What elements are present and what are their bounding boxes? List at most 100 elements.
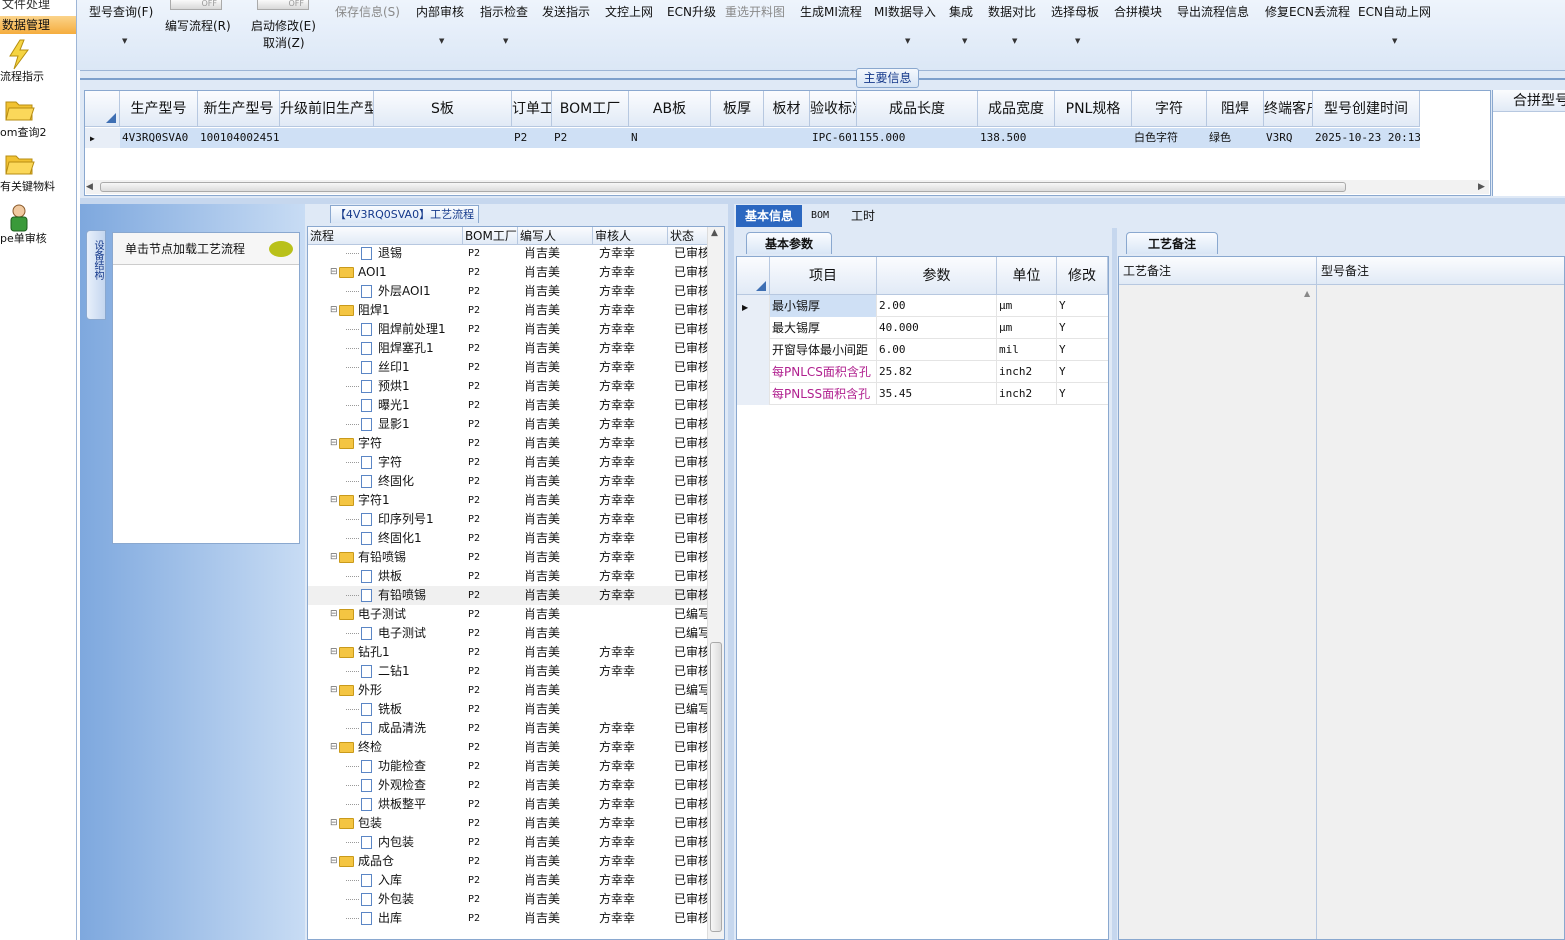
main-col-header-7[interactable]: 板厚 [711, 91, 764, 127]
basic-row[interactable]: ▶ 最小锡厚 2.00 μm Y [737, 295, 1108, 317]
flow-vertical-scrollbar[interactable]: ▲ [707, 227, 724, 939]
main-col-header-5[interactable]: BOM工厂 [552, 91, 629, 127]
nav-file-processing[interactable]: 文件处理 [2, 0, 76, 13]
dropdown-arrow-icon[interactable]: ▼ [1012, 37, 1017, 45]
dropdown-arrow-icon[interactable]: ▼ [905, 37, 910, 45]
main-cell-3[interactable] [374, 128, 512, 148]
basic-value[interactable]: 2.00 [877, 295, 997, 317]
scroll-left-arrow-icon[interactable]: ◀ [86, 182, 93, 192]
collapse-toggle-icon[interactable]: ⊟ [330, 301, 339, 320]
collapse-toggle-icon[interactable]: ⊟ [330, 605, 339, 624]
toolbar-button-5[interactable]: 内部审核 ▼ [416, 3, 464, 45]
toolbar-button-11[interactable]: 生成MI流程 [800, 3, 862, 20]
tab-2[interactable]: 工时 [846, 205, 880, 227]
flow-row[interactable]: 出库 P2 肖吉美 方幸幸 已审核 [308, 909, 708, 928]
flow-row[interactable]: 退锡 P2 肖吉美 方幸幸 已审核 [308, 244, 708, 263]
merge-model-header[interactable]: 合拼型号 [1493, 90, 1565, 112]
flow-row[interactable]: ⊟ 字符 P2 肖吉美 方幸幸 已审核 [308, 434, 708, 453]
collapse-toggle-icon[interactable]: ⊟ [330, 643, 339, 662]
flow-row[interactable]: 有铅喷锡 P2 肖吉美 方幸幸 已审核 [308, 586, 708, 605]
flow-node[interactable]: ⊟ 包装 [330, 814, 463, 833]
nav-item-0[interactable]: 流程指示 [0, 38, 76, 84]
flow-row[interactable]: 显影1 P2 肖吉美 方幸幸 已审核 [308, 415, 708, 434]
flow-node[interactable]: 曝光1 [346, 396, 463, 415]
basic-modify[interactable]: Y [1057, 339, 1108, 361]
tab-0[interactable]: 基本信息 [736, 205, 802, 227]
basic-col-header-2[interactable]: 单位 [997, 257, 1057, 295]
basic-value[interactable]: 25.82 [877, 361, 997, 383]
flow-node[interactable]: 电子测试 [346, 624, 463, 643]
main-cell-8[interactable] [764, 128, 810, 148]
basic-row-indicator[interactable] [737, 383, 770, 405]
flow-row[interactable]: 烘板整平 P2 肖吉美 方幸幸 已审核 [308, 795, 708, 814]
flow-node[interactable]: ⊟ AOI1 [330, 263, 463, 282]
toolbar-button-16[interactable]: 合拼模块 [1114, 3, 1162, 20]
toggle-switch-0[interactable]: OFF [170, 0, 222, 10]
main-cell-11[interactable]: 138.500 [978, 128, 1055, 148]
flow-node[interactable]: 成品清洗 [346, 719, 463, 738]
main-col-header-2[interactable]: 升级前旧生产型号 [280, 91, 374, 127]
collapse-toggle-icon[interactable]: ⊟ [330, 681, 339, 700]
basic-row-indicator[interactable]: ▶ [737, 295, 770, 317]
basic-row[interactable]: 每PNLCS面积含孔 25.82 inch2 Y [737, 361, 1108, 383]
nav-item-1[interactable]: om查询2 [0, 96, 76, 140]
basic-row-indicator[interactable] [737, 317, 770, 339]
flow-node[interactable]: ⊟ 钻孔1 [330, 643, 463, 662]
flow-node[interactable]: 印序列号1 [346, 510, 463, 529]
main-col-header-6[interactable]: AB板 [629, 91, 711, 127]
main-cell-16[interactable]: 2025-10-23 20:13:22 [1313, 128, 1420, 148]
toolbar-button-6[interactable]: 指示检查 ▼ [480, 3, 528, 45]
main-col-header-12[interactable]: PNL规格 [1055, 91, 1132, 127]
main-col-header-14[interactable]: 阻焊 [1207, 91, 1264, 127]
main-col-header-0[interactable]: 生产型号 [120, 91, 198, 127]
main-col-header-10[interactable]: 成品长度 [857, 91, 978, 127]
basic-row[interactable]: 每PNLSS面积含孔 35.45 inch2 Y [737, 383, 1108, 405]
flow-row[interactable]: 入库 P2 肖吉美 方幸幸 已审核 [308, 871, 708, 890]
main-horizontal-scrollbar[interactable]: ◀ ▶ [86, 180, 1489, 194]
dropdown-arrow-icon[interactable]: ▼ [962, 37, 967, 45]
flow-node[interactable]: 字符 [346, 453, 463, 472]
flow-row[interactable]: 阻焊前处理1 P2 肖吉美 方幸幸 已审核 [308, 320, 708, 339]
main-col-header-8[interactable]: 板材 [764, 91, 810, 127]
main-cell-1[interactable]: 10010400245199 [198, 128, 280, 148]
main-col-header-9[interactable]: 验收标准 [810, 91, 857, 127]
basic-value[interactable]: 6.00 [877, 339, 997, 361]
toolbar-button-19[interactable]: ECN自动上网 ▼ [1358, 3, 1431, 45]
main-col-header-15[interactable]: 终端客户代码 [1264, 91, 1313, 127]
flow-row[interactable]: 终固化 P2 肖吉美 方幸幸 已审核 [308, 472, 708, 491]
flow-node[interactable]: 烘板 [346, 567, 463, 586]
row-indicator[interactable]: ▶ [85, 128, 120, 148]
flow-row[interactable]: 阻焊塞孔1 P2 肖吉美 方幸幸 已审核 [308, 339, 708, 358]
tab-1[interactable]: BOM [806, 205, 834, 227]
flow-row[interactable]: ⊟ 字符1 P2 肖吉美 方幸幸 已审核 [308, 491, 708, 510]
toolbar-button-14[interactable]: 数据对比 ▼ [988, 3, 1036, 45]
collapse-toggle-icon[interactable]: ⊟ [330, 852, 339, 871]
main-col-header-4[interactable]: 订单工厂 [512, 91, 552, 127]
flow-node[interactable]: 外包装 [346, 890, 463, 909]
basic-row-indicator[interactable] [737, 361, 770, 383]
toolbar-button-0[interactable]: 型号查询(F) ▼ [89, 3, 153, 45]
flow-node[interactable]: ⊟ 字符1 [330, 491, 463, 510]
nav-data-management[interactable]: 数据管理 [0, 16, 76, 34]
toolbar-button-12[interactable]: MI数据导入 ▼ [874, 3, 936, 45]
flow-row[interactable]: 烘板 P2 肖吉美 方幸幸 已审核 [308, 567, 708, 586]
main-cell-5[interactable]: P2 [552, 128, 629, 148]
nav-item-3[interactable]: pe单审核 [0, 202, 76, 246]
flow-row[interactable]: 功能检查 P2 肖吉美 方幸幸 已审核 [308, 757, 708, 776]
flow-row[interactable]: ⊟ 钻孔1 P2 肖吉美 方幸幸 已审核 [308, 643, 708, 662]
main-cell-15[interactable]: V3RQ [1264, 128, 1313, 148]
flow-node[interactable]: 外观检查 [346, 776, 463, 795]
flow-row[interactable]: 字符 P2 肖吉美 方幸幸 已审核 [308, 453, 708, 472]
flow-node[interactable]: 入库 [346, 871, 463, 890]
dropdown-arrow-icon[interactable]: ▼ [503, 37, 508, 45]
notes-scroll-up-icon[interactable]: ▲ [1304, 289, 1310, 298]
dropdown-arrow-icon[interactable]: ▼ [1392, 37, 1397, 45]
toolbar-button-17[interactable]: 导出流程信息 [1177, 3, 1249, 20]
main-cell-14[interactable]: 绿色 [1207, 128, 1264, 148]
basic-col-header-1[interactable]: 参数 [877, 257, 997, 295]
flow-row[interactable]: 印序列号1 P2 肖吉美 方幸幸 已审核 [308, 510, 708, 529]
flow-node[interactable]: ⊟ 字符 [330, 434, 463, 453]
flow-node[interactable]: 丝印1 [346, 358, 463, 377]
flow-node[interactable]: 阻焊塞孔1 [346, 339, 463, 358]
flow-row[interactable]: ⊟ 成品仓 P2 肖吉美 方幸幸 已审核 [308, 852, 708, 871]
